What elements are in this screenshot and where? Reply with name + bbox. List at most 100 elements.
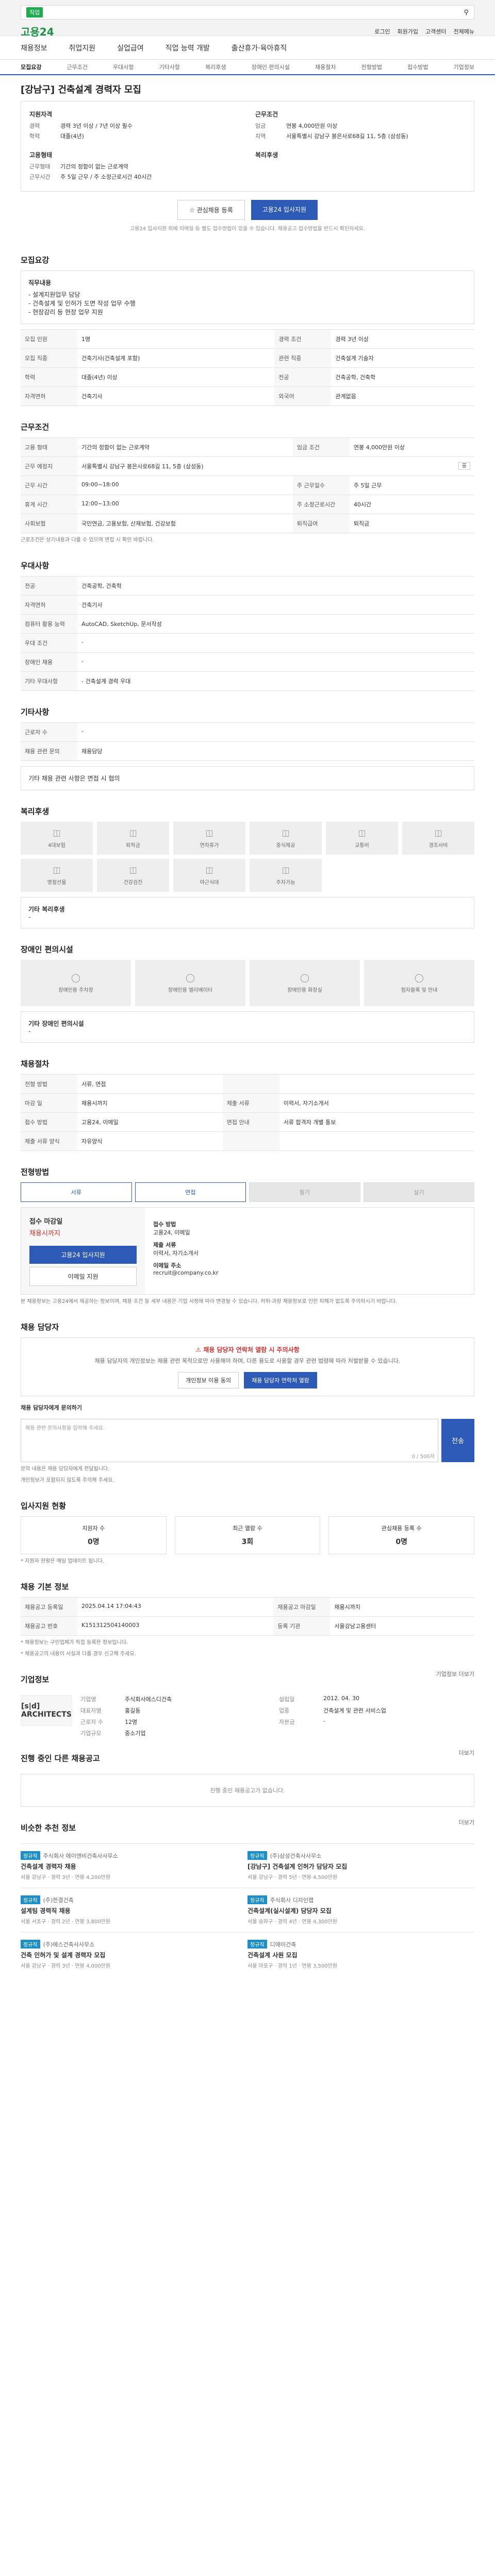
recommend-item[interactable]: 정규직 (주)한결건축 설계팀 경력직 채용 서울 서초구 · 경력 2년 · 연봉 … [21, 1887, 248, 1932]
table-row: 우대 조건 - [21, 633, 474, 653]
apply-method-value: 고용24, 이메일 [153, 1229, 190, 1236]
recommend-item[interactable]: 정규직 (주)삼성건축사사무소 [강남구] 건축설계 인허가 담당자 모집 서울 강남… [248, 1843, 474, 1888]
inquiry-note: 문의 내용은 채용 담당자에게 전달됩니다. [21, 1466, 110, 1472]
facility-tile: ◯ 점자블록 및 안내 [364, 960, 474, 1006]
table-value: - [77, 722, 474, 742]
inquiry-note: 개인정보가 포함되지 않도록 주의해 주세요. [21, 1477, 114, 1483]
table-key: 자격면허 [21, 595, 77, 615]
company-key: 대표자명 [80, 1707, 102, 1714]
search-icon[interactable]: ⚲ [464, 9, 469, 16]
work-table: 고용 형태 기간의 정함이 없는 근로계약 임금 조건 연봉 4,000만원 이상 근… [21, 437, 474, 533]
table-key: 관련 직종 [274, 348, 332, 368]
tab-work[interactable]: 근무조건 [67, 63, 88, 71]
summary-value: 서울특별시 강남구 봉은사로68길 11, 5층 (삼성동) [286, 133, 408, 140]
tab-screening[interactable]: 전형방법 [361, 63, 382, 71]
header-link-login[interactable]: 로그인 [374, 27, 390, 36]
nav-item-employment-support[interactable]: 취업지원 [69, 43, 96, 53]
summary-key: 지역 [255, 133, 266, 140]
welfare-section-title: 복리후생 [21, 807, 50, 816]
info-section-title: 채용 기본 정보 [21, 1582, 69, 1591]
facility-tiles: ◯ 장애인용 주차장 ◯ 장애인용 엘리베이터 ◯ 장애인용 화장실 ◯ 점자블록 및 … [21, 960, 474, 1006]
facility-tile: ◯ 장애인용 주차장 [21, 960, 131, 1006]
recommend-item[interactable]: 정규직 주식회사 디자인랩 건축설계(실시설계) 담당자 모집 서울 송파구 · 경력… [248, 1887, 474, 1932]
table-row: 장애인 채용 - [21, 652, 474, 672]
stat-label: 지원자 수 [82, 1524, 105, 1532]
company-more-link[interactable]: 기업정보 더보기 [436, 1670, 474, 1678]
stats-note: * 지원자 현황은 매일 업데이트 됩니다. [21, 1558, 105, 1564]
send-inquiry-button[interactable]: 전송 [441, 1418, 474, 1462]
apply-method-label: 접수 방법 [153, 1221, 176, 1228]
view-contact-button[interactable]: 채용 담당자 연락처 열람 [244, 1371, 317, 1388]
nav-item-jobs[interactable]: 채용정보 [21, 43, 47, 53]
table-value: 채용시까지 [330, 1597, 474, 1617]
recommend-item[interactable]: 정규직 주식회사 에이앤비건축사사무소 건축설계 경력자 채용 서울 강남구 · 경력… [21, 1843, 248, 1888]
tab-company[interactable]: 기업정보 [454, 63, 474, 71]
summary-value: 기간의 정함이 없는 근로계약 [60, 163, 128, 170]
apply-notice: 본 채용정보는 고용24에서 제공하는 정보이며, 채용 조건 등 세부 내용은… [21, 1299, 398, 1304]
table-value: 채용시까지 [77, 1093, 223, 1113]
table-row: 고용 형태 기간의 정함이 없는 근로계약 임금 조건 연봉 4,000만원 이상 [21, 437, 474, 457]
table-value: - [77, 633, 474, 653]
work-section-title: 근무조건 [21, 422, 50, 432]
table-key: 주 소정근로시간 [292, 495, 350, 514]
inquiry-textarea[interactable]: 채용 관련 문의사항을 입력해 주세요. 0 / 500자 [21, 1418, 438, 1462]
nav-item-vocational-training[interactable]: 직업 능력 개발 [166, 43, 210, 53]
apply-button[interactable]: 고용24 입사지원 [251, 200, 318, 220]
welfare-note-box: 기타 복리후생 - [21, 897, 474, 928]
privacy-consent-button[interactable]: 개인정보 이용 동의 [178, 1371, 239, 1388]
tab-etc[interactable]: 기타사항 [159, 63, 180, 71]
stat-card: 관심채용 등록 수 0명 [328, 1516, 474, 1554]
tab-prefer[interactable]: 우대사항 [113, 63, 134, 71]
header-link-support[interactable]: 고객센터 [425, 27, 446, 36]
recommend-item[interactable]: 정규직 (주)에스건축사사무소 건축 인허가 및 설계 경력자 모집 서울 강남구 ·… [21, 1931, 248, 1976]
table-key: 근무 예정지 [21, 456, 77, 476]
site-logo[interactable]: 고용24 [21, 24, 54, 39]
tab-welfare[interactable]: 복리후생 [205, 63, 226, 71]
apply-card-button[interactable]: 고용24 입사지원 [29, 1246, 137, 1264]
tab-recruit[interactable]: 모집요강 [21, 63, 41, 71]
table-value: 건축공학, 건축학 [331, 367, 474, 387]
header-link-menu[interactable]: 전체메뉴 [454, 27, 474, 36]
char-count: 0 / 500자 [411, 1453, 435, 1460]
ongoing-more-link[interactable]: 더보기 [459, 1749, 474, 1757]
table-value: 건축기사 [77, 386, 275, 406]
nav-item-parental-leave[interactable]: 출산휴가·육아휴직 [232, 43, 287, 53]
search-category-chip[interactable]: 직업 [26, 7, 43, 18]
table-row: 근무 시간 09:00~18:00 주 근무일수 주 5일 근무 [21, 476, 474, 495]
table-value: 1명 [77, 329, 275, 349]
table-value: 국민연금, 고용보험, 산재보험, 건강보험 [77, 514, 293, 533]
dinner-icon: ◫ [205, 865, 213, 875]
nav-item-unemployment-benefit[interactable]: 실업급여 [117, 43, 144, 53]
welfare-tile: ◫ 퇴직금 [97, 822, 169, 855]
tab-apply[interactable]: 접수방법 [407, 63, 428, 71]
header-link-signup[interactable]: 회원가입 [398, 27, 418, 36]
table-key: 장애인 채용 [21, 652, 77, 672]
tab-process[interactable]: 채용절차 [315, 63, 336, 71]
table-value: K151312504140003 [77, 1616, 274, 1636]
summary-value: 연봉 4,000만원 이상 [286, 123, 338, 129]
table-row: 모집 인원 1명 경력 조건 경력 3년 이상 [21, 329, 474, 349]
rec-tag: 정규직 [248, 1851, 267, 1860]
tab-facility[interactable]: 장애인 편의시설 [252, 63, 290, 71]
company-value [323, 1729, 474, 1737]
recommend-item[interactable]: 정규직 디에이건축 건축설계 사원 모집 서울 마포구 · 경력 1년 · 연봉 3,… [248, 1931, 474, 1976]
rec-tag: 정규직 [21, 1851, 40, 1860]
apply-email-value[interactable]: recruit@company.co.kr [153, 1269, 466, 1276]
duty-heading: 직무내용 [28, 279, 52, 286]
recommend-more-link[interactable]: 더보기 [459, 1818, 474, 1826]
table-row: 기타 우대사항 - 건축설계 경력 우대 [21, 671, 474, 691]
search-input[interactable]: 직업 ⚲ [21, 5, 474, 20]
table-row: 접수 방법 고용24, 이메일 면접 안내 서류 합격자 개별 통보 [21, 1112, 474, 1132]
table-row: 전공 건축공학, 건축학 [21, 576, 474, 596]
table-value: 연봉 4,000만원 이상 [349, 437, 474, 457]
welfare-tile: ◫ 건강검진 [97, 859, 169, 892]
table-value [279, 1131, 474, 1151]
table-value: 건축기사 [77, 595, 474, 615]
table-row: 컴퓨터 활용 능력 AutoCAD, SketchUp, 문서작성 [21, 614, 474, 634]
facility-tile: ◯ 장애인용 엘리베이터 [135, 960, 245, 1006]
calendar-icon: ◫ [205, 828, 213, 838]
stat-value: 0명 [395, 1537, 407, 1546]
map-button[interactable]: ☰ [458, 462, 470, 470]
save-job-button[interactable]: ☆ 관심채용 등록 [177, 200, 245, 220]
email-apply-button[interactable]: 이메일 지원 [29, 1267, 137, 1286]
